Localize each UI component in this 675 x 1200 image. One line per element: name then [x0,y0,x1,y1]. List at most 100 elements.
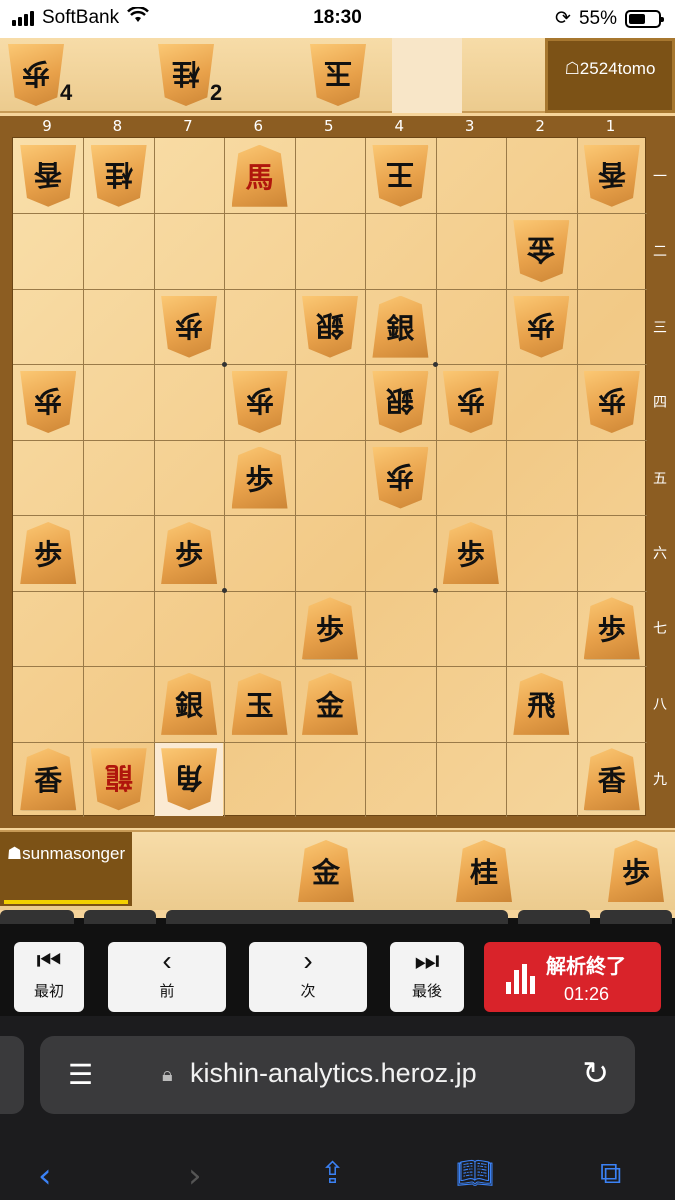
piece-glyph: 馬 [245,160,274,194]
grid-line [224,138,226,817]
piece-glyph: 歩 [175,537,204,571]
reader-icon[interactable]: ☰ [68,1058,93,1091]
rank-label: 七 [653,621,667,638]
shogi-piece[interactable]: 銀 [161,672,218,735]
piece-glyph: 金 [311,856,340,889]
battery-icon [625,9,664,28]
player-name: ☗sunmasonger [0,832,132,906]
piece-glyph: 歩 [597,613,626,647]
chart-bars-icon [506,964,535,994]
shogi-piece[interactable]: 桂 [90,144,147,207]
shogi-piece[interactable]: 歩 [20,521,77,584]
status-bar: SoftBank 18:30 ⟳ 55% [0,0,675,38]
opponent-hand: 歩4 桂2 玉 [0,38,545,113]
shogi-piece[interactable]: 金 [298,840,354,902]
share-icon[interactable]: ⇪ [320,1156,345,1191]
piece-glyph: 金 [527,233,556,267]
piece-glyph: 歩 [245,384,274,418]
shogi-piece[interactable]: 香 [583,144,640,207]
forward-icon[interactable]: › [188,1156,202,1196]
shogi-piece[interactable]: 歩 [513,295,570,358]
battery-label: 55% [578,7,617,29]
shogi-piece[interactable]: 桂 [158,44,214,106]
grid-line [576,138,578,817]
lock-icon: 🔒︎ [162,1064,173,1086]
rank-label: 五 [653,470,667,487]
piece-glyph: 銀 [175,688,204,722]
piece-glyph: 桂 [104,157,133,191]
shogi-piece[interactable]: 銀 [372,371,429,434]
tabs-icon[interactable]: ⧉ [600,1156,621,1191]
next-move-button[interactable]: › 次 [249,942,367,1012]
piece-glyph: 香 [597,764,626,798]
shogi-piece[interactable]: 金 [513,220,570,283]
shogi-piece[interactable]: 歩 [372,446,429,509]
shogi-piece[interactable]: 桂 [456,840,512,902]
piece-glyph: 歩 [621,856,650,889]
prev-move-button[interactable]: ‹ 前 [108,942,226,1012]
shogi-piece[interactable]: 歩 [302,597,358,660]
reload-icon[interactable]: ↻ [582,1054,609,1092]
file-label: 3 [464,117,475,135]
address-bar[interactable]: ☰ 🔒︎ kishin-analytics.heroz.jp ↻ [40,1036,635,1114]
shogi-piece[interactable]: 歩 [608,840,664,902]
previous-tab-stub[interactable] [0,1036,24,1114]
bookmarks-icon[interactable]: 📖︎ [456,1156,494,1191]
prev-move-label: 前 [159,983,175,1000]
star-point [433,361,439,367]
piece-glyph: 桂 [469,856,498,889]
shogi-piece[interactable]: 歩 [583,371,640,434]
hand-count: 4 [60,80,73,105]
shogi-piece[interactable]: 龍 [90,748,147,811]
shogi-piece[interactable]: 歩 [583,597,640,660]
url-text: kishin-analytics.heroz.jp [190,1058,477,1088]
shogi-piece[interactable]: 王 [372,144,429,207]
next-move-label: 次 [300,983,316,1000]
shogi-piece[interactable]: 馬 [231,144,288,207]
piece-glyph: 香 [34,157,63,191]
grid-line [13,288,647,290]
grid-line [13,439,647,441]
piece-glyph: 香 [34,764,63,798]
hand-count: 2 [210,80,223,105]
shogi-board[interactable]: 香桂馬王香金歩銀銀歩歩歩銀歩歩歩歩歩歩歩歩歩銀玉金飛香龍角香 [12,137,647,817]
shogi-piece[interactable]: 歩 [8,44,64,106]
shogi-piece[interactable]: 歩 [161,295,218,358]
grid-line [13,590,647,592]
shogi-piece[interactable]: 歩 [442,371,499,434]
shogi-piece[interactable]: 歩 [231,446,288,509]
shogi-piece[interactable]: 角 [161,748,218,811]
shogi-piece[interactable]: 香 [583,748,640,811]
grid-line [13,213,647,215]
analysis-timer: 01:26 [564,984,610,1004]
shogi-piece[interactable]: 歩 [20,371,77,434]
shogi-piece[interactable]: 歩 [442,521,499,584]
shogi-piece[interactable]: 香 [20,748,77,811]
shogi-piece[interactable]: 玉 [310,44,366,106]
chevron-left-icon: ‹ [162,945,172,976]
shogi-piece[interactable]: 香 [20,144,77,207]
first-move-button[interactable]: ⏮ 最初 [14,942,84,1012]
shogi-piece[interactable]: 歩 [161,521,218,584]
piece-glyph: 歩 [21,57,50,90]
shogi-piece[interactable]: 飛 [513,672,570,735]
piece-glyph: 歩 [456,384,485,418]
shogi-piece[interactable]: 玉 [231,672,288,735]
shogi-piece[interactable]: 銀 [302,295,358,358]
tab-stub [600,910,672,924]
shogi-piece[interactable]: 金 [302,672,358,735]
piece-glyph: 角 [175,761,204,795]
back-icon[interactable]: ‹ [38,1156,52,1196]
skip-forward-icon: ⏭ [414,945,440,976]
rank-label: 一 [653,168,667,185]
last-move-label: 最後 [411,983,442,1000]
last-move-button[interactable]: ⏭ 最後 [390,942,464,1012]
tab-stub [166,910,508,924]
grid-line [506,138,508,817]
end-analysis-button[interactable]: 解析終了 01:26 [484,942,661,1012]
grid-line [13,364,647,366]
piece-glyph: 龍 [104,761,133,795]
shogi-piece[interactable]: 銀 [372,295,429,358]
piece-glyph: 飛 [527,688,556,722]
shogi-piece[interactable]: 歩 [231,371,288,434]
